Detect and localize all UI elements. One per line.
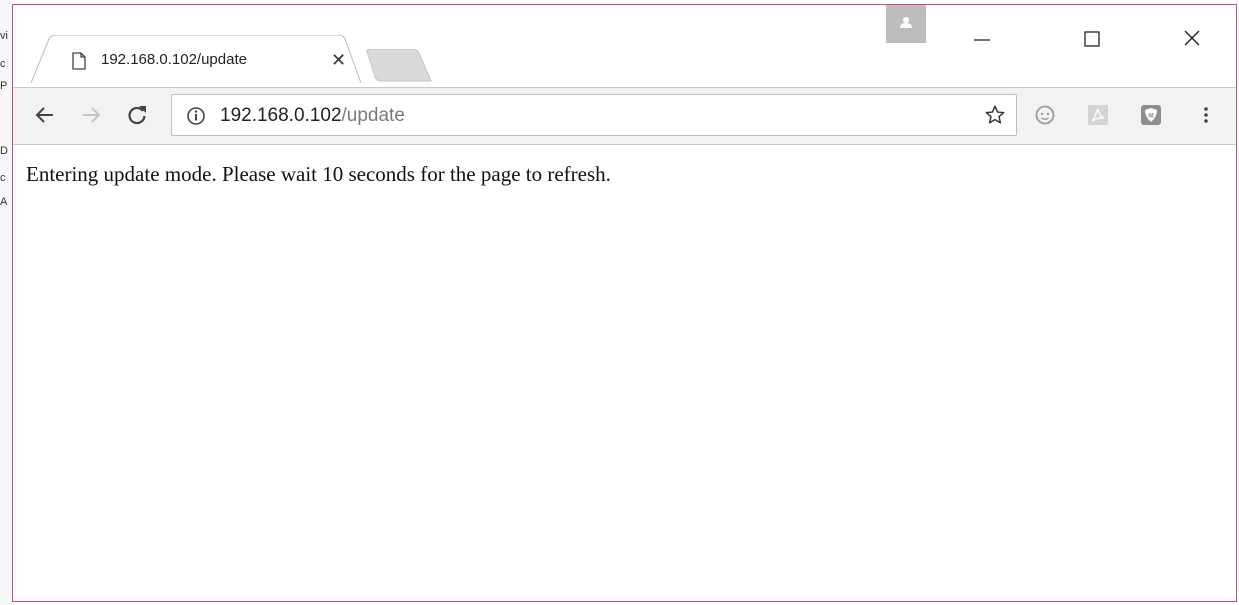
- tab-title: 192.168.0.102/update: [101, 51, 247, 68]
- shield-extension-icon[interactable]: M: [1139, 103, 1163, 127]
- pdf-extension-icon[interactable]: [1086, 103, 1110, 127]
- tab-active[interactable]: 192.168.0.102/update ✕: [31, 35, 361, 83]
- address-bar[interactable]: 192.168.0.102/update: [171, 94, 1017, 136]
- reload-icon[interactable]: [125, 103, 149, 127]
- background-text: c: [0, 172, 6, 184]
- bookmark-star-icon[interactable]: [984, 104, 1006, 126]
- maximize-button[interactable]: [1069, 21, 1115, 57]
- back-arrow-icon[interactable]: [33, 103, 57, 127]
- new-tab-button[interactable]: [365, 49, 435, 83]
- profile-button[interactable]: [886, 5, 926, 43]
- url-path: /update: [341, 105, 405, 126]
- background-text: vi: [0, 30, 8, 42]
- tab-close-icon[interactable]: ✕: [331, 50, 346, 71]
- close-window-button[interactable]: [1169, 21, 1215, 57]
- forward-arrow-icon[interactable]: [79, 103, 103, 127]
- kebab-menu-icon[interactable]: [1194, 103, 1218, 127]
- title-bar: 192.168.0.102/update ✕: [13, 5, 1236, 87]
- update-message: Entering update mode. Please wait 10 sec…: [26, 162, 611, 186]
- info-icon[interactable]: [186, 106, 206, 126]
- emoji-extension-icon[interactable]: [1033, 103, 1057, 127]
- page-icon: [72, 52, 86, 70]
- browser-toolbar: 192.168.0.102/update M: [13, 87, 1236, 145]
- background-window-sliver: vi c P D c A: [0, 0, 12, 605]
- background-text: c: [0, 58, 6, 70]
- profile-icon: [900, 17, 912, 28]
- browser-window: 192.168.0.102/update ✕ 192.168.0.102/upd…: [12, 4, 1237, 602]
- url-text: 192.168.0.102/update: [220, 105, 405, 127]
- background-text: A: [0, 196, 8, 208]
- minimize-button[interactable]: [958, 21, 1004, 57]
- background-text: P: [0, 80, 8, 92]
- page-content: Entering update mode. Please wait 10 sec…: [13, 145, 1236, 601]
- svg-text:M: M: [1148, 113, 1153, 120]
- background-text: D: [0, 145, 8, 157]
- url-host: 192.168.0.102: [220, 105, 342, 126]
